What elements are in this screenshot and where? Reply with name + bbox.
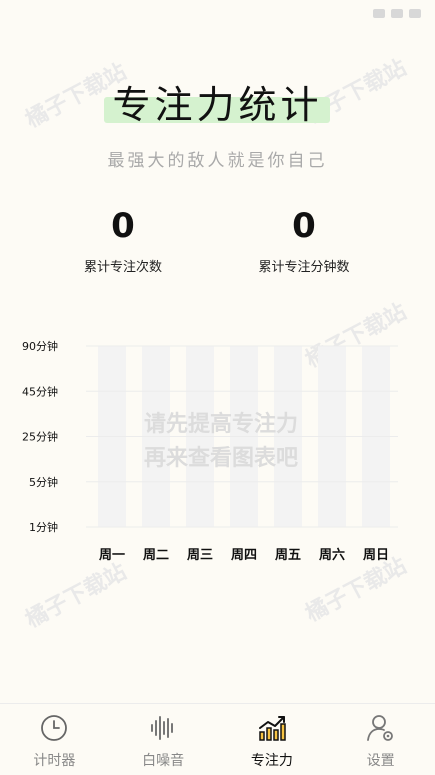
page-header: 专注力统计 [0, 78, 435, 132]
tab-label: 计时器 [33, 753, 76, 769]
tab-label: 专注力 [250, 753, 293, 769]
wifi-icon [391, 8, 403, 18]
x-tick-label: 周二 [143, 548, 169, 563]
stat-value: 0 [111, 206, 135, 246]
sound-wave-icon [151, 716, 174, 740]
tab-label: 白噪音 [142, 753, 185, 769]
y-tick-label: 5分钟 [29, 475, 58, 489]
y-tick-label: 1分钟 [29, 520, 58, 534]
stat-value: 0 [292, 206, 316, 246]
y-tick-label: 90分钟 [22, 339, 58, 353]
y-tick-label: 45分钟 [22, 384, 58, 398]
tab-settings[interactable]: 设置 [326, 704, 435, 775]
tab-white-noise[interactable]: 白噪音 [109, 704, 218, 775]
x-tick-label: 周三 [187, 548, 213, 563]
x-tick-label: 周日 [363, 548, 389, 563]
signal-icon [373, 8, 385, 18]
page-title: 专注力统计 [112, 83, 323, 127]
tab-timer[interactable]: 计时器 [0, 704, 109, 775]
y-tick-label: 25分钟 [22, 430, 58, 444]
tab-label: 设置 [366, 753, 395, 769]
empty-line-1: 请先提高专注力 [143, 412, 298, 437]
clock-icon [41, 715, 68, 741]
stat-total-minutes: 0 累计专注分钟数 [234, 204, 374, 275]
stat-label: 累计专注分钟数 [258, 260, 350, 275]
x-tick-label: 周一 [99, 548, 125, 563]
stat-total-sessions: 0 累计专注次数 [53, 204, 193, 275]
trend-chart-icon [258, 716, 286, 741]
page-subtitle: 最强大的敌人就是你自己 [107, 151, 328, 171]
bottom-tab-bar: 计时器 白噪音 专注力 设置 [0, 703, 435, 775]
x-tick-label: 周五 [275, 548, 301, 563]
tab-focus-stats[interactable]: 专注力 [218, 704, 327, 775]
status-indicators [373, 8, 421, 18]
x-tick-label: 周四 [231, 548, 257, 563]
user-settings-icon [366, 715, 393, 741]
chart-empty-message: 请先提高专注力 再来查看图表吧 [90, 408, 352, 476]
empty-line-2: 再来查看图表吧 [143, 446, 298, 471]
x-tick-label: 周六 [319, 547, 345, 563]
status-bar [0, 0, 435, 26]
stat-label: 累计专注次数 [83, 260, 162, 275]
battery-icon [409, 8, 421, 18]
